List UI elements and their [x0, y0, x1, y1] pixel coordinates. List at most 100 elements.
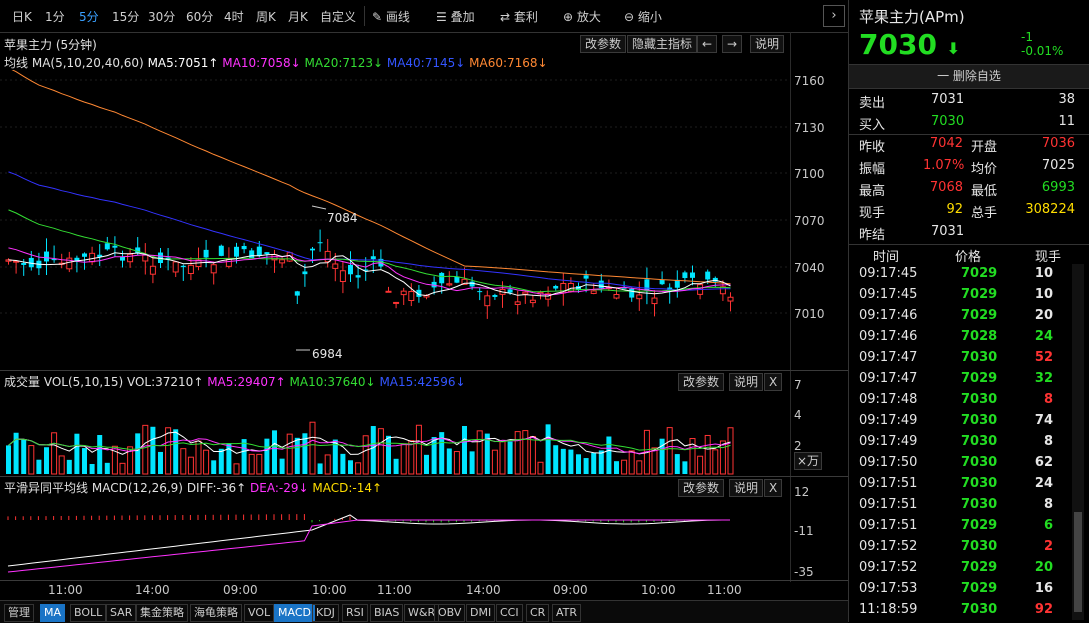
macd-dea: DEA:-29↓ [250, 481, 309, 495]
time-label: 10:00 [312, 583, 347, 597]
tab-obv[interactable]: OBV [434, 604, 466, 622]
zoom-in-label: 放大 [576, 10, 601, 24]
candle-body [241, 245, 247, 250]
zoom-in-icon: ⊕ [563, 10, 574, 24]
tab-boll[interactable]: BOLL [70, 604, 107, 622]
volume-bar [568, 449, 574, 474]
pencil-icon: ✎ [372, 10, 383, 24]
volume-bar [256, 453, 263, 475]
period-15min[interactable]: 15分 [112, 8, 139, 25]
trade-time: 09:17:52 [859, 539, 918, 554]
trade-volume: 8 [1043, 434, 1053, 449]
ma-legend: 均线 MA(5,10,20,40,60) MA5:7051↑ MA10:7058… [4, 54, 548, 71]
candle-body [651, 297, 658, 305]
volume-bar [469, 451, 475, 474]
volume-change-params-button[interactable]: 改参数 [678, 373, 725, 391]
macd-help-button[interactable]: 说明 [729, 479, 764, 497]
tab-atr[interactable]: ATR [552, 604, 582, 622]
scroll-left-button[interactable]: ← [697, 35, 718, 53]
tab-sar[interactable]: SAR [106, 604, 137, 622]
volume-bar [36, 459, 42, 474]
volume-bar [522, 430, 529, 475]
period-1min[interactable]: 1分 [45, 8, 65, 25]
volume-bar [74, 433, 80, 474]
tab-cr[interactable]: CR [526, 604, 550, 622]
candlestick-chart[interactable]: 7084 6984 [0, 70, 790, 370]
overlay-tool[interactable]: ☰ 叠加 [436, 8, 475, 25]
trade-row: 09:17:52 7029 20 [849, 560, 1079, 581]
arbitrage-label: 套利 [513, 10, 538, 24]
collapse-panel-button[interactable]: › [823, 5, 845, 27]
tab-cci[interactable]: CCI [496, 604, 523, 622]
volume-help-button[interactable]: 说明 [729, 373, 764, 391]
period-4h[interactable]: 4时 [224, 8, 244, 25]
draw-line-tool[interactable]: ✎ 画线 [372, 8, 410, 25]
volume-bar [682, 461, 688, 474]
tab-ma[interactable]: MA [40, 604, 66, 622]
macd-close-button[interactable]: X [764, 479, 783, 497]
tab-vol[interactable]: VOL [244, 604, 275, 622]
period-custom[interactable]: 自定义 [320, 8, 356, 25]
period-weekly[interactable]: 周K [256, 8, 276, 25]
volume-bar [393, 458, 399, 474]
ma10-value: MA10:7058↓ [222, 56, 301, 70]
period-60min[interactable]: 60分 [186, 8, 213, 25]
time-label: 14:00 [135, 583, 170, 597]
arbitrage-tool[interactable]: ⇄ 套利 [500, 8, 538, 25]
time-label: 10:00 [641, 583, 676, 597]
period-30min[interactable]: 30分 [148, 8, 175, 25]
volume-unit-button[interactable]: ×万 [794, 452, 823, 470]
hide-main-indicator-button[interactable]: 隐藏主指标 [627, 35, 698, 53]
main-grid [0, 79, 790, 314]
main-help-button[interactable]: 说明 [750, 35, 785, 53]
trade-row: 09:17:47 7030 52 [849, 350, 1079, 371]
trade-row: 09:17:45 7029 10 [849, 287, 1079, 308]
trades-header-time: 时间 [873, 250, 900, 265]
volume-close-button[interactable]: X [764, 373, 783, 391]
stat-label: 最高 [859, 184, 886, 199]
scroll-right-button[interactable]: → [722, 35, 743, 53]
tab-rsi[interactable]: RSI [342, 604, 368, 622]
stats-row: 昨收 7042 开盘 7036 [849, 136, 1079, 158]
zoom-in-tool[interactable]: ⊕ 放大 [563, 8, 601, 25]
tab-dmi[interactable]: DMI [466, 604, 496, 622]
trade-row: 09:17:53 7029 16 [849, 581, 1079, 602]
trade-row: 09:17:48 7030 8 [849, 392, 1079, 413]
trade-time: 09:17:45 [859, 266, 918, 281]
volume-bar [614, 461, 619, 474]
macd-change-params-button[interactable]: 改参数 [678, 479, 725, 497]
time-label: 09:00 [223, 583, 258, 597]
candle-body [408, 291, 415, 302]
candle-body [294, 291, 300, 296]
price-tick-7130: 7130 [794, 121, 825, 135]
tab-集金策略[interactable]: 集金策略 [136, 604, 188, 622]
volume-bar [598, 450, 604, 474]
tab-海龟策略[interactable]: 海龟策略 [190, 604, 242, 622]
volume-bar [462, 426, 467, 474]
ma-legend-params: MA(5,10,20,40,60) [31, 56, 144, 70]
tab-bias[interactable]: BIAS [370, 604, 404, 622]
period-5min[interactable]: 5分 [79, 8, 99, 25]
high-marker-line [311, 205, 327, 210]
candle-body [583, 275, 589, 279]
volume-tick-7: 7 [794, 378, 802, 392]
period-monthly[interactable]: 月K [288, 8, 308, 25]
volume-bar [355, 462, 362, 475]
trade-row: 09:17:47 7029 32 [849, 371, 1079, 392]
period-daily[interactable]: 日K [12, 8, 32, 25]
tab-管理[interactable]: 管理 [4, 604, 34, 622]
trade-price: 7028 [961, 329, 998, 344]
change-params-button[interactable]: 改参数 [580, 35, 627, 53]
volume-bar [340, 453, 346, 474]
tab-kdj[interactable]: KDJ [312, 604, 339, 622]
remove-watchlist-button[interactable]: 一 删除自选 [849, 64, 1089, 89]
trade-time: 09:17:53 [859, 581, 918, 596]
trade-volume: 20 [1034, 308, 1053, 323]
candle-body [120, 256, 125, 261]
trade-time: 09:17:46 [859, 308, 918, 323]
zoom-out-tool[interactable]: ⊖ 缩小 [624, 8, 662, 25]
trade-price: 7030 [961, 602, 998, 617]
tab-macd[interactable]: MACD [274, 604, 315, 622]
candle-body [348, 264, 353, 275]
candle-body [339, 270, 346, 283]
